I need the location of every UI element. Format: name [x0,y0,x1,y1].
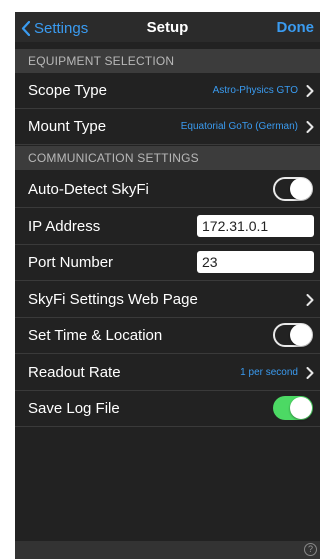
port-number-row: Port Number [15,245,320,281]
ip-address-label: IP Address [28,218,101,235]
chevron-right-icon [306,294,314,306]
scope-type-row[interactable]: Scope Type Astro-Physics GTO [15,73,320,109]
auto-detect-row: Auto-Detect SkyFi [15,172,320,208]
port-number-input[interactable] [197,251,314,273]
section-header-equipment: EQUIPMENT SELECTION [15,49,320,73]
web-page-row[interactable]: SkyFi Settings Web Page [15,282,320,318]
setup-screen: Settings Setup Done EQUIPMENT SELECTION … [15,12,320,559]
mount-type-label: Mount Type [28,118,107,135]
ip-address-row: IP Address [15,209,320,245]
help-icon[interactable]: ? [304,543,317,556]
bottom-toolbar: ? [15,541,320,559]
chevron-right-icon [306,367,314,379]
readout-rate-label: Readout Rate [28,364,121,381]
toggle-knob [290,324,312,346]
set-time-toggle[interactable] [273,323,313,347]
chevron-right-icon [306,85,314,97]
ip-address-input[interactable] [197,215,314,237]
save-log-toggle[interactable] [273,396,313,420]
toggle-knob [290,178,312,200]
auto-detect-label: Auto-Detect SkyFi [28,181,149,198]
readout-rate-value: 1 per second [240,367,298,378]
toggle-knob [290,397,312,419]
done-button[interactable]: Done [277,19,315,36]
section-header-communication: COMMUNICATION SETTINGS [15,146,320,170]
readout-rate-row[interactable]: Readout Rate 1 per second [15,355,320,391]
navigation-bar: Settings Setup Done [15,12,320,42]
save-log-label: Save Log File [28,400,120,417]
auto-detect-toggle[interactable] [273,177,313,201]
page-title: Setup [146,19,189,36]
scope-type-label: Scope Type [28,82,107,99]
web-page-label: SkyFi Settings Web Page [28,291,198,308]
mount-type-row[interactable]: Mount Type Equatorial GoTo (German) [15,109,320,145]
set-time-row: Set Time & Location [15,318,320,354]
mount-type-value: Equatorial GoTo (German) [180,121,298,132]
scope-type-value: Astro-Physics GTO [212,85,298,96]
chevron-right-icon [306,121,314,133]
save-log-row: Save Log File [15,391,320,427]
port-number-label: Port Number [28,254,114,271]
set-time-label: Set Time & Location [28,327,163,344]
